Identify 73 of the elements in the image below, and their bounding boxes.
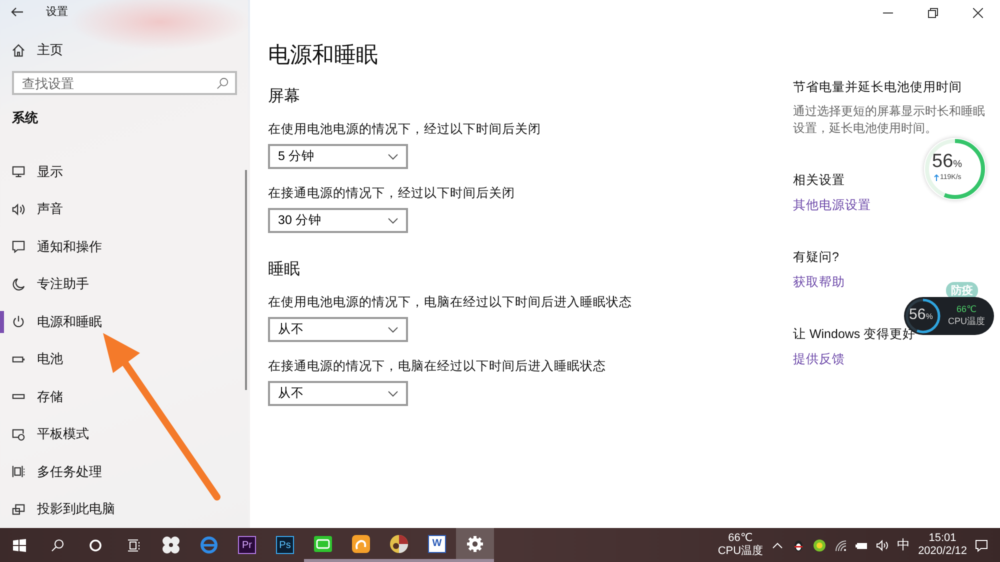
- tablet-icon: [12, 428, 25, 441]
- moon-icon: [12, 278, 25, 291]
- section-heading: 屏幕: [268, 86, 301, 107]
- search-field[interactable]: 查找设置: [12, 71, 237, 95]
- section-heading: 睡眠: [268, 260, 301, 280]
- home-item[interactable]: 主页: [0, 24, 248, 63]
- arrow-up-icon: [934, 174, 939, 181]
- clock[interactable]: 15:01 2020/2/12: [918, 532, 967, 558]
- sidebar-item[interactable]: 平板模式: [0, 416, 248, 453]
- task-view-icon[interactable]: [126, 538, 140, 552]
- chevron-down-icon: [388, 154, 398, 160]
- penguin-icon[interactable]: [792, 538, 806, 552]
- message-icon: [12, 240, 25, 254]
- sidebar-item[interactable]: 多任务处理: [0, 453, 248, 490]
- setting-label: 在使用电池电源的情况下，经过以下时间后关闭: [268, 121, 542, 138]
- panel-link[interactable]: 提供反馈: [793, 351, 845, 368]
- back-arrow-icon[interactable]: [10, 4, 24, 19]
- speaker-icon: [12, 202, 25, 216]
- input-method-indicator[interactable]: 中: [897, 536, 910, 554]
- restore-icon[interactable]: [928, 8, 938, 18]
- tv-icon[interactable]: [313, 534, 333, 554]
- chevron-down-icon: [388, 218, 398, 224]
- game-icon[interactable]: [389, 534, 409, 554]
- sidebar-item[interactable]: 存储: [0, 378, 248, 416]
- chevron-down-icon: [388, 390, 398, 396]
- cpu-percent: 56%: [909, 306, 933, 323]
- setting-label: 在接通电源的情况下，电脑在经过以下时间后进入睡眠状态: [268, 358, 607, 375]
- cpu-temperature: 66℃: [956, 304, 977, 315]
- close-icon[interactable]: [972, 8, 982, 18]
- section-heading: 系统: [11, 109, 39, 127]
- cpu-temperature-label: CPU温度: [718, 545, 764, 558]
- window-title: 设置: [46, 5, 68, 20]
- dropdown[interactable]: 从不: [268, 317, 408, 342]
- dropdown[interactable]: 30 分钟: [268, 208, 408, 233]
- windows-stack-icon: [12, 465, 25, 478]
- panel-heading: 相关设置: [793, 172, 845, 189]
- sidebar-item[interactable]: 通知和操作: [0, 228, 248, 266]
- premiere-icon[interactable]: Pr: [238, 536, 256, 554]
- sidebar-item[interactable]: 电池: [0, 340, 248, 378]
- dropdown[interactable]: 从不: [268, 381, 408, 406]
- cpu-temperature-label: CPU温度: [948, 315, 986, 328]
- windows-start-icon[interactable]: [12, 538, 26, 552]
- projector-icon: [12, 502, 25, 516]
- browser-e-icon[interactable]: [199, 535, 219, 555]
- panel-link[interactable]: 获取帮助: [793, 274, 845, 291]
- panel-link[interactable]: 其他电源设置: [793, 197, 871, 214]
- sidebar-item[interactable]: 投影到此电脑: [0, 490, 248, 528]
- sidebar-item[interactable]: 显示: [0, 153, 248, 190]
- wifi-icon[interactable]: [834, 538, 848, 552]
- setting-label: 在使用电池电源的情况下，电脑在经过以下时间后进入睡眠状态: [268, 294, 633, 311]
- memory-percent: 56%: [932, 151, 962, 173]
- panel-heading: 有疑问?: [793, 249, 839, 266]
- volume-icon[interactable]: [876, 538, 890, 552]
- sidebar-item[interactable]: 电源和睡眠: [0, 303, 248, 340]
- notification-icon[interactable]: [975, 538, 988, 552]
- circle-icon[interactable]: [88, 538, 102, 552]
- panel-heading: 节省电量并延长电池使用时间: [793, 79, 962, 96]
- sidebar-item[interactable]: 声音: [0, 190, 248, 228]
- page-title: 电源和睡眠: [268, 41, 379, 69]
- dropdown[interactable]: 5 分钟: [268, 144, 408, 169]
- photoshop-icon[interactable]: Ps: [276, 536, 294, 554]
- search-icon[interactable]: [50, 538, 64, 552]
- search-icon: [216, 77, 229, 90]
- power-icon: [12, 315, 25, 328]
- cpu-temperature: 66℃: [728, 532, 753, 544]
- sidebar-item[interactable]: 专注助手: [0, 266, 248, 303]
- setting-label: 在接通电源的情况下，经过以下时间后关闭: [268, 185, 516, 202]
- settings-icon[interactable]: [465, 534, 485, 554]
- panel-description: 通过选择更短的屏幕显示时长和睡眠设置，延长电池使用时间。: [793, 103, 986, 137]
- word-icon[interactable]: W: [428, 534, 446, 552]
- chevron-down-icon: [388, 326, 398, 332]
- home-icon: [12, 44, 25, 57]
- monitor-icon: [12, 165, 25, 178]
